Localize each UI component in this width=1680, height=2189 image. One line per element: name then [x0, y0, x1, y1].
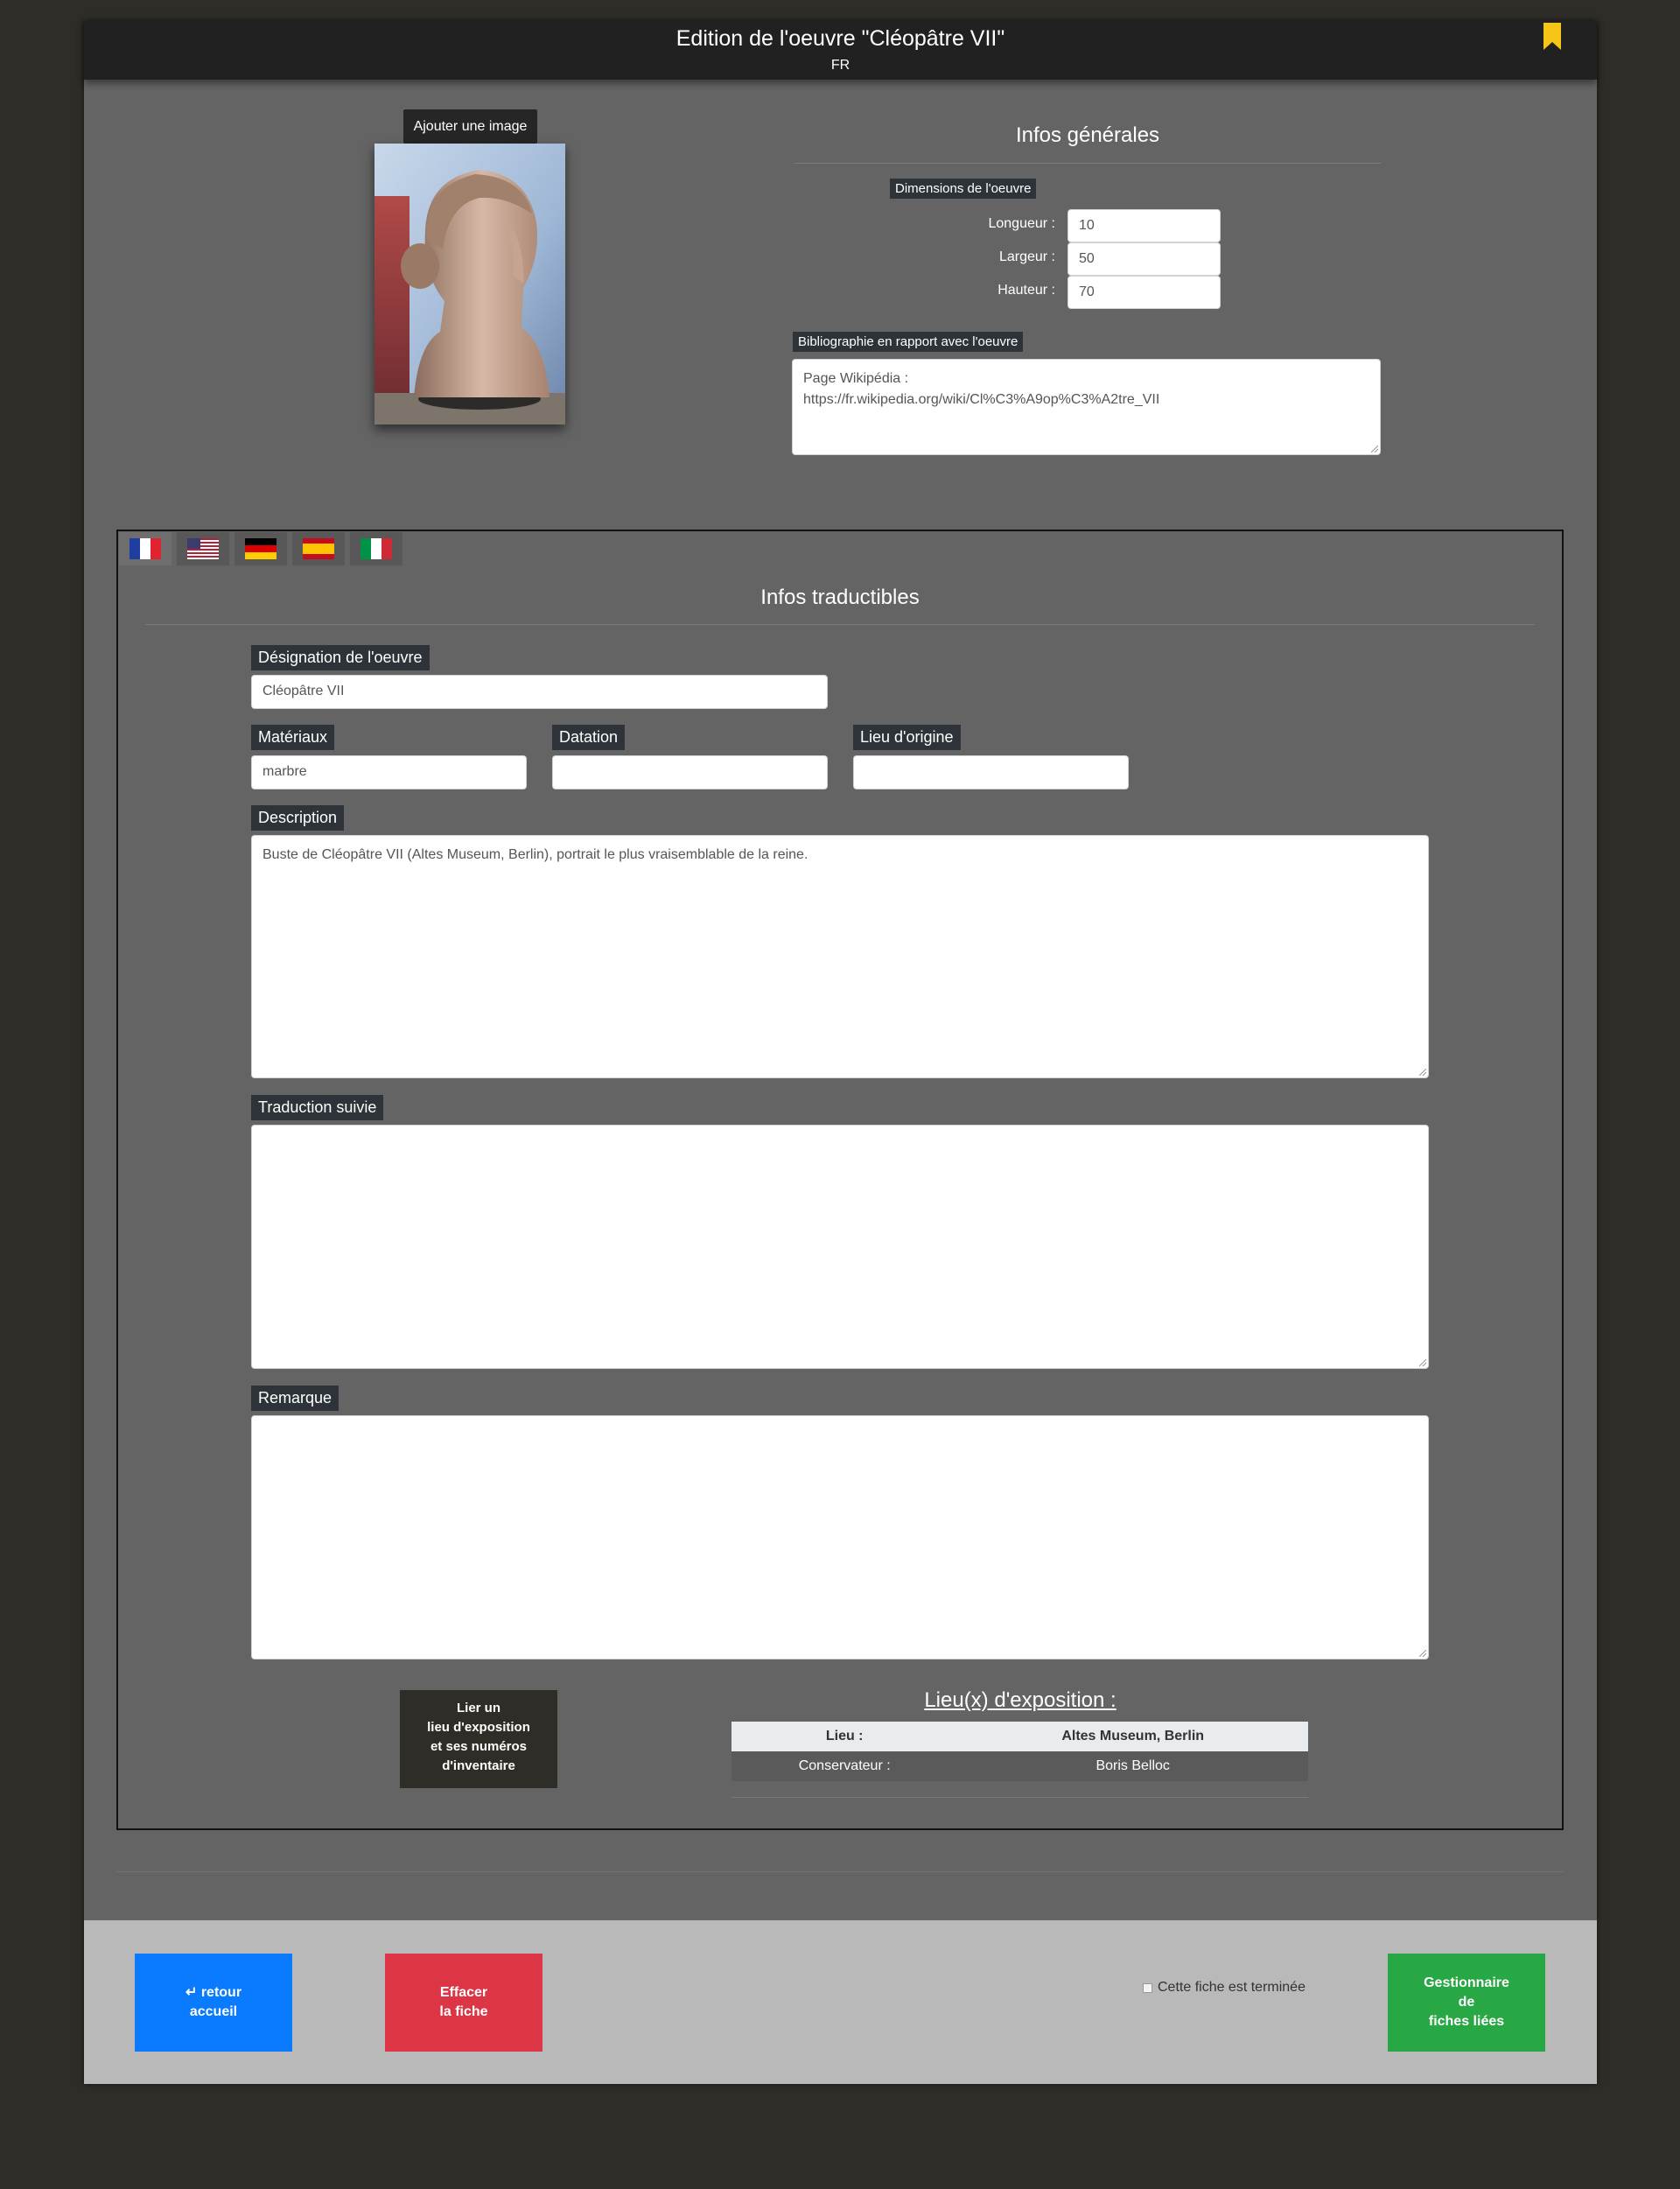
clear-form-button[interactable]: Effacer la fiche — [385, 1954, 542, 2052]
description-tag: Description — [251, 805, 345, 831]
materials-input[interactable]: marbre — [251, 755, 527, 789]
height-input[interactable]: 70 — [1068, 276, 1221, 309]
tab-lang-en[interactable] — [177, 532, 229, 565]
back-home-button[interactable]: ↵ retour accueil — [135, 1954, 292, 2052]
flag-spain-icon — [303, 538, 334, 559]
origin-tag: Lieu d'origine — [853, 725, 961, 750]
designation-input[interactable]: Cléopâtre VII — [251, 675, 828, 709]
link-exhibition-button[interactable]: Lier un lieu d'exposition et ses numéros… — [400, 1690, 557, 1788]
finished-label: Cette fiche est terminée — [1158, 1980, 1306, 1995]
length-input[interactable]: 10 — [1068, 209, 1221, 242]
height-label: Hauteur : — [998, 283, 1055, 298]
translation-textarea[interactable] — [251, 1125, 1429, 1369]
finished-checkbox-row[interactable]: Cette fiche est terminée — [1143, 1980, 1306, 1996]
curator-value: Boris Belloc — [957, 1751, 1308, 1781]
button-label-line: Gestionnaire — [1424, 1975, 1509, 1990]
divider — [732, 1797, 1308, 1798]
dating-input[interactable] — [552, 755, 828, 789]
tab-lang-it[interactable] — [350, 532, 402, 565]
dimensions-tag: Dimensions de l'oeuvre — [890, 179, 1037, 199]
button-label-line: fiches liées — [1428, 2014, 1505, 2029]
divider — [145, 624, 1535, 625]
tab-lang-de[interactable] — [234, 532, 287, 565]
button-label-line: Lier un — [456, 1701, 500, 1715]
divider — [116, 1871, 1564, 1872]
table-row: Lieu : Altes Museum, Berlin — [732, 1722, 1308, 1751]
exhibition-table: Lieu : Altes Museum, Berlin Conservateur… — [732, 1722, 1308, 1781]
materials-tag: Matériaux — [251, 725, 335, 750]
origin-input[interactable] — [853, 755, 1129, 789]
current-language: FR — [830, 58, 850, 73]
button-label-line: ↵ retour — [186, 1983, 242, 2003]
length-label: Longueur : — [988, 216, 1055, 231]
add-image-button[interactable]: Ajouter une image — [403, 109, 537, 144]
designation-tag: Désignation de l'oeuvre — [251, 645, 430, 670]
button-label-line: de — [1458, 1995, 1475, 2010]
curator-label: Conservateur : — [732, 1751, 958, 1781]
translation-tag: Traduction suivie — [251, 1095, 384, 1120]
footer-bar — [84, 1920, 1597, 2084]
bibliography-tag: Bibliographie en rapport avec l'oeuvre — [793, 332, 1024, 352]
button-label-line: d'inventaire — [442, 1758, 515, 1773]
tab-lang-es[interactable] — [292, 532, 345, 565]
width-label: Largeur : — [998, 249, 1055, 264]
table-row: Conservateur : Boris Belloc — [732, 1751, 1308, 1781]
bibliography-textarea[interactable]: Page Wikipédia : https://fr.wikipedia.or… — [792, 359, 1381, 455]
remark-tag: Remarque — [251, 1386, 340, 1411]
button-label-line: et ses numéros — [430, 1739, 528, 1754]
place-label: Lieu : — [732, 1722, 958, 1751]
edit-page: Edition de l'oeuvre "Cléopâtre VII" FR A… — [84, 21, 1597, 2084]
flag-france-icon — [130, 538, 161, 559]
tab-lang-fr[interactable] — [119, 532, 172, 565]
button-label-line: la fiche — [439, 2004, 488, 2019]
return-arrow-icon: ↵ — [185, 1985, 198, 2000]
flag-italy-icon — [360, 538, 392, 559]
button-label-text: retour — [200, 1985, 242, 2000]
exhibition-title: Lieu(x) d'exposition : — [924, 1688, 1116, 1712]
general-info-title: Infos générales — [1015, 123, 1160, 147]
finished-checkbox[interactable] — [1143, 1982, 1152, 1993]
page-title: Edition de l'oeuvre "Cléopâtre VII" — [676, 26, 1005, 51]
place-value: Altes Museum, Berlin — [957, 1722, 1308, 1751]
bookmark-icon[interactable] — [1541, 23, 1564, 51]
linked-sheets-button[interactable]: Gestionnaire de fiches liées — [1388, 1954, 1545, 2052]
width-input[interactable]: 50 — [1068, 242, 1221, 276]
remark-textarea[interactable] — [251, 1415, 1429, 1659]
flag-germany-icon — [245, 538, 276, 559]
button-label-line: accueil — [189, 2004, 238, 2019]
dating-tag: Datation — [552, 725, 626, 750]
button-label-line: lieu d'exposition — [427, 1720, 530, 1735]
translatable-title: Infos traductibles — [760, 586, 920, 609]
page-header: Edition de l'oeuvre "Cléopâtre VII" FR — [84, 21, 1597, 80]
artwork-image — [374, 144, 565, 424]
divider — [794, 163, 1381, 164]
flag-usa-icon — [187, 538, 219, 559]
description-textarea[interactable]: Buste de Cléopâtre VII (Altes Museum, Be… — [251, 835, 1429, 1078]
button-label-line: Effacer — [439, 1985, 488, 2000]
